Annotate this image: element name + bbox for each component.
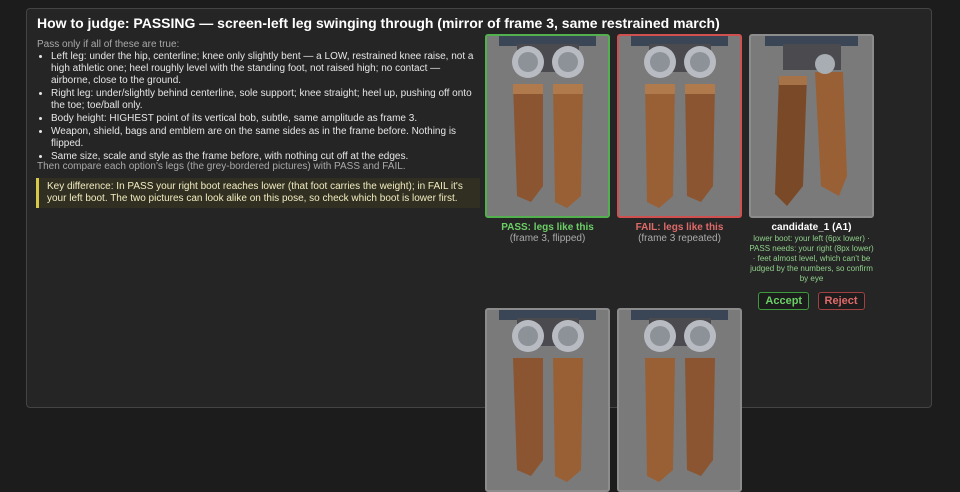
candidate-legs-illustration	[765, 36, 858, 206]
fail-card-row2	[617, 308, 742, 492]
accept-button[interactable]: Accept	[758, 292, 810, 310]
rule-left-leg: Left leg: under the hip, centerline; kne…	[51, 51, 475, 87]
compare-instruction: Then compare each option's legs (the gre…	[37, 161, 406, 172]
fail-image	[617, 34, 742, 218]
pass-subcaption: (frame 3, flipped)	[509, 233, 586, 244]
fail-subcaption: (frame 3 repeated)	[638, 233, 721, 244]
pass-card-row2	[485, 308, 610, 492]
pass-caption: PASS: legs like this	[501, 222, 594, 233]
fail-image-row2	[617, 308, 742, 492]
fail-legs-illustration	[631, 36, 728, 208]
rule-equipment: Weapon, shield, bags and emblem are on t…	[51, 126, 475, 150]
panel-title: How to judge: PASSING — screen-left leg …	[37, 15, 720, 31]
candidate-image	[749, 34, 874, 218]
candidate-note: lower boot: your left (6px lower) · PASS…	[749, 234, 874, 283]
rules-list: Left leg: under the hip, centerline; kne…	[37, 51, 475, 164]
judge-panel: How to judge: PASSING — screen-left leg …	[26, 8, 932, 492]
rule-right-leg: Right leg: under/slightly behind centerl…	[51, 88, 475, 112]
fail-legs-illustration-row2	[631, 310, 728, 482]
decision-buttons: Accept Reject	[749, 291, 874, 310]
candidate-caption: candidate_1 (A1)	[771, 222, 852, 233]
candidate-card: candidate_1 (A1) lower boot: your left (…	[749, 34, 874, 310]
pass-card: PASS: legs like this (frame 3, flipped)	[485, 34, 610, 244]
key-difference-callout: Key difference: In PASS your right boot …	[36, 178, 480, 208]
reject-button[interactable]: Reject	[817, 292, 865, 310]
fail-caption: FAIL: legs like this	[635, 222, 724, 233]
fail-card: FAIL: legs like this (frame 3 repeated)	[617, 34, 742, 244]
pass-legs-illustration-row2	[499, 310, 596, 482]
rules-intro: Pass only if all of these are true:	[37, 39, 180, 50]
pass-image-row2	[485, 308, 610, 492]
rule-body-height: Body height: HIGHEST point of its vertic…	[51, 113, 475, 125]
pass-image	[485, 34, 610, 218]
pass-legs-illustration	[499, 36, 596, 208]
